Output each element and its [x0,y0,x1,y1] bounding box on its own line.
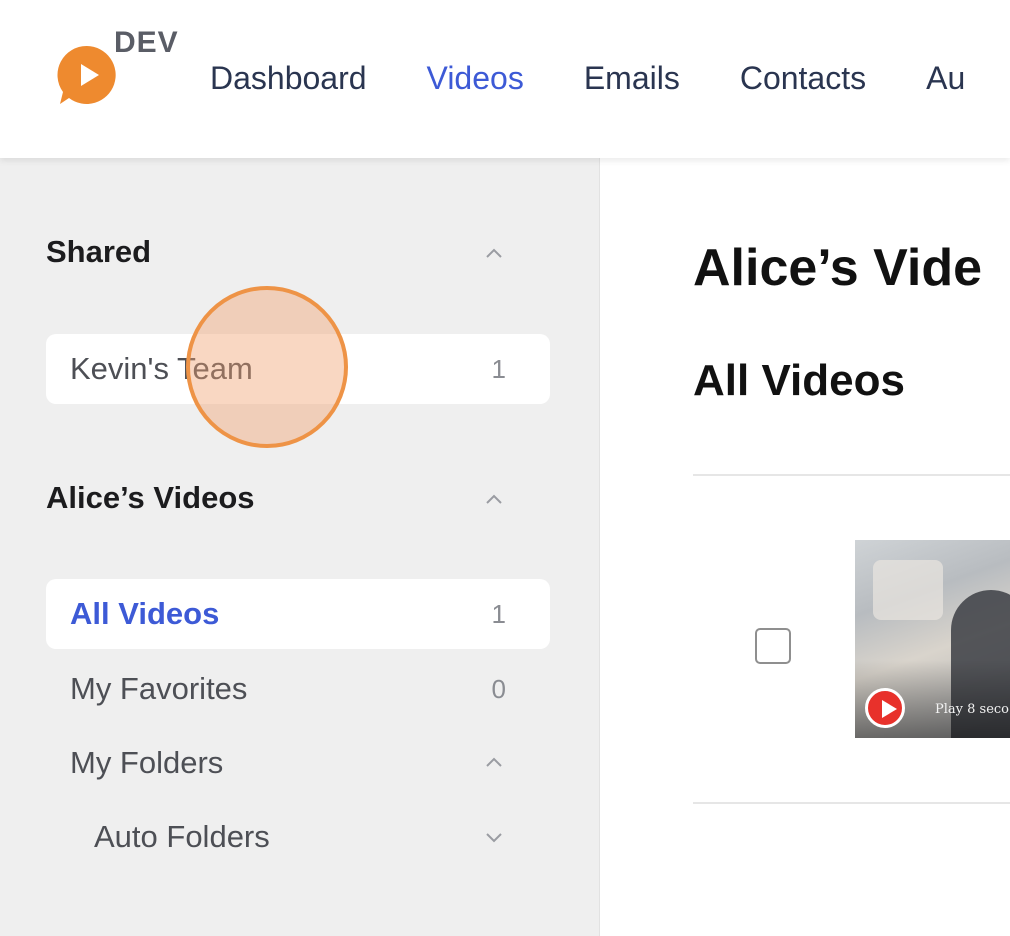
divider [693,474,1010,476]
nav-videos[interactable]: Videos [427,60,524,97]
thumbnail-background [873,560,943,620]
chevron-up-icon[interactable] [480,486,508,514]
sidebar-item-auto-folders[interactable]: Auto Folders [46,802,550,872]
nav-automations-truncated[interactable]: Au [926,60,965,97]
sidebar-item-label: My Favorites [70,671,248,706]
video-thumbnail[interactable]: Play 8 seco [855,540,1010,738]
sidebar-item-count: 1 [491,353,506,384]
top-nav-bar: DEV Dashboard Videos Emails Contacts Au [0,0,1010,158]
nav-contacts[interactable]: Contacts [740,60,866,97]
nav-emails[interactable]: Emails [584,60,680,97]
alices-videos-section-title: Alice’s Videos [46,480,255,515]
sidebar-item-kevins-team[interactable]: Kevin's Team 1 [46,334,550,404]
nav-dashboard[interactable]: Dashboard [210,60,367,97]
sidebar-item-label: All Videos [70,596,220,631]
page-title: Alice’s Vide [693,239,983,297]
sidebar-item-label: Kevin's Team [70,351,253,386]
sidebar-item-count: 0 [491,673,506,704]
play-bubble-icon[interactable] [56,44,118,106]
divider [693,802,1010,804]
sidebar-item-label: My Folders [70,745,224,780]
chevron-up-icon[interactable] [480,240,508,268]
sidebar: Shared Kevin's Team 1 Alice’s Videos All… [0,158,600,936]
shared-section-title: Shared [46,234,152,269]
sidebar-item-all-videos[interactable]: All Videos 1 [46,579,550,649]
main-nav: Dashboard Videos Emails Contacts Au [210,60,1010,97]
env-badge: DEV [114,26,179,59]
main-content: Alice’s Vide All Videos Play 8 seco [601,158,1010,936]
section-title: All Videos [693,356,905,405]
sidebar-item-label: Auto Folders [94,819,270,854]
chevron-down-icon[interactable] [480,823,508,851]
sidebar-item-count: 1 [491,598,506,629]
video-select-checkbox[interactable] [755,628,791,664]
chevron-up-icon[interactable] [480,749,508,777]
sidebar-item-my-folders[interactable]: My Folders [46,728,550,798]
sidebar-item-my-favorites[interactable]: My Favorites 0 [46,654,550,724]
thumbnail-caption: Play 8 seco [935,702,1010,717]
play-icon[interactable] [865,688,905,728]
